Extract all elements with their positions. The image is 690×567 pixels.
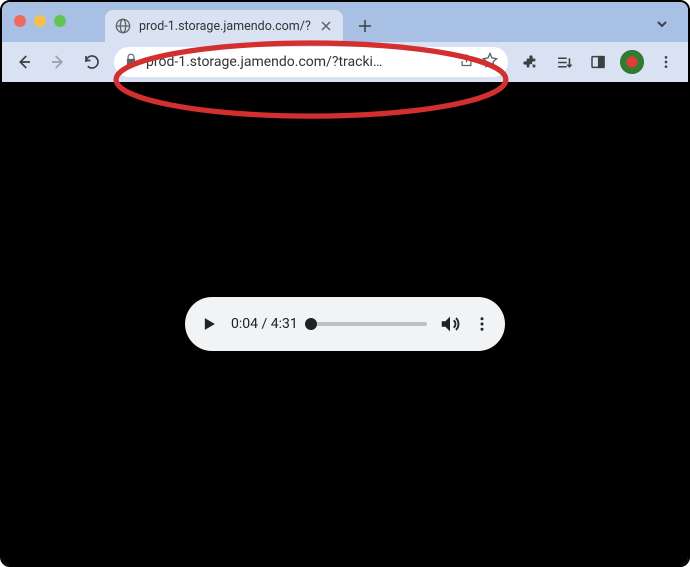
share-icon[interactable] bbox=[459, 53, 474, 72]
page-content: 0:04 / 4:31 bbox=[2, 82, 688, 565]
close-tab-button[interactable] bbox=[319, 19, 333, 33]
volume-button[interactable] bbox=[439, 313, 461, 335]
progress-slider[interactable] bbox=[310, 322, 427, 326]
player-menu-button[interactable] bbox=[473, 315, 491, 333]
playback-time: 0:04 / 4:31 bbox=[231, 316, 298, 332]
window-close-button[interactable] bbox=[14, 15, 26, 27]
duration: 4:31 bbox=[271, 316, 298, 332]
bookmark-star-icon[interactable] bbox=[482, 52, 498, 72]
tab-bar: prod-1.storage.jamendo.com/? bbox=[2, 2, 688, 42]
profile-avatar[interactable] bbox=[616, 46, 648, 78]
url-text: prod-1.storage.jamendo.com/?tracki… bbox=[146, 54, 451, 70]
play-button[interactable] bbox=[199, 314, 219, 334]
browser-menu-button[interactable] bbox=[650, 46, 682, 78]
globe-icon bbox=[115, 18, 131, 34]
forward-button[interactable] bbox=[42, 46, 74, 78]
progress-thumb[interactable] bbox=[305, 318, 317, 330]
extensions-button[interactable] bbox=[514, 46, 546, 78]
window-minimize-button[interactable] bbox=[34, 15, 46, 27]
avatar-icon bbox=[620, 50, 644, 74]
tabs-dropdown-button[interactable] bbox=[650, 12, 674, 36]
current-time: 0:04 bbox=[231, 316, 258, 332]
lock-icon bbox=[124, 53, 138, 71]
address-bar[interactable]: prod-1.storage.jamendo.com/?tracki… bbox=[114, 47, 508, 77]
back-button[interactable] bbox=[8, 46, 40, 78]
reading-list-button[interactable] bbox=[548, 46, 580, 78]
window-maximize-button[interactable] bbox=[54, 15, 66, 27]
reload-button[interactable] bbox=[76, 46, 108, 78]
side-panel-button[interactable] bbox=[582, 46, 614, 78]
browser-tab[interactable]: prod-1.storage.jamendo.com/? bbox=[105, 10, 343, 42]
window-controls bbox=[14, 15, 66, 27]
new-tab-button[interactable] bbox=[351, 12, 379, 40]
tab-title: prod-1.storage.jamendo.com/? bbox=[139, 19, 311, 34]
toolbar: prod-1.storage.jamendo.com/?tracki… bbox=[2, 42, 688, 82]
audio-player: 0:04 / 4:31 bbox=[185, 297, 505, 351]
